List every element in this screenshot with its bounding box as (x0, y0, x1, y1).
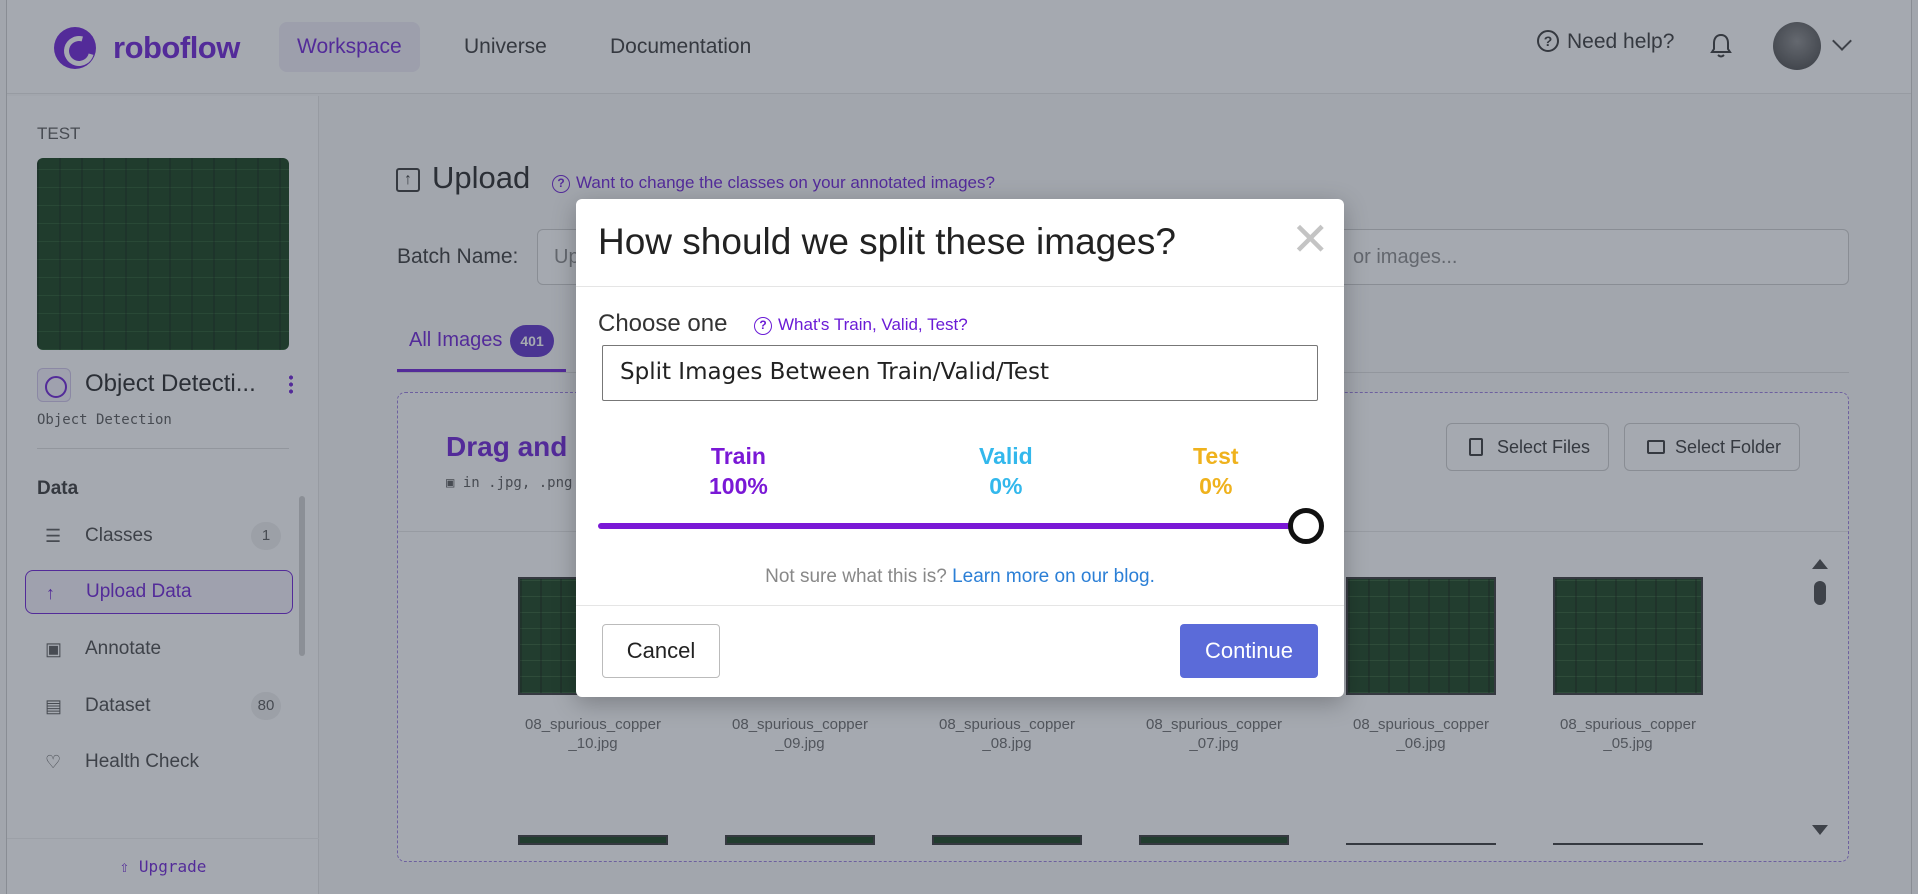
whats-link-label: What's Train, Valid, Test? (778, 315, 968, 334)
split-method-select[interactable]: Split Images Between Train/Valid/Test (602, 345, 1318, 401)
dialog-divider (576, 286, 1344, 287)
split-images-dialog: How should we split these images? ✕ Choo… (576, 199, 1344, 697)
test-label: Test (1193, 443, 1239, 469)
not-sure-text: Not sure what this is? (765, 566, 947, 587)
test-split-label: Test 0% (1193, 441, 1239, 501)
split-slider-track[interactable] (598, 523, 1318, 529)
continue-button[interactable]: Continue (1180, 624, 1318, 678)
test-percent: 0% (1199, 473, 1233, 499)
valid-label: Valid (979, 443, 1033, 469)
whats-train-valid-test-link[interactable]: ? What's Train, Valid, Test? (754, 315, 968, 335)
choose-one-label: Choose one (598, 310, 728, 337)
help-text: Not sure what this is? Learn more on our… (576, 566, 1344, 588)
train-split-label: Train 100% (709, 441, 768, 501)
valid-split-label: Valid 0% (979, 441, 1033, 501)
help-circle-icon: ? (754, 317, 772, 335)
learn-more-link[interactable]: Learn more on our blog. (952, 566, 1155, 587)
close-icon[interactable]: ✕ (1291, 216, 1330, 262)
split-slider-handle[interactable] (1288, 508, 1324, 544)
dialog-divider (576, 605, 1344, 606)
valid-percent: 0% (989, 473, 1023, 499)
cancel-button[interactable]: Cancel (602, 624, 720, 678)
train-percent: 100% (709, 473, 768, 499)
dialog-title: How should we split these images? (598, 221, 1176, 262)
train-label: Train (710, 443, 766, 469)
